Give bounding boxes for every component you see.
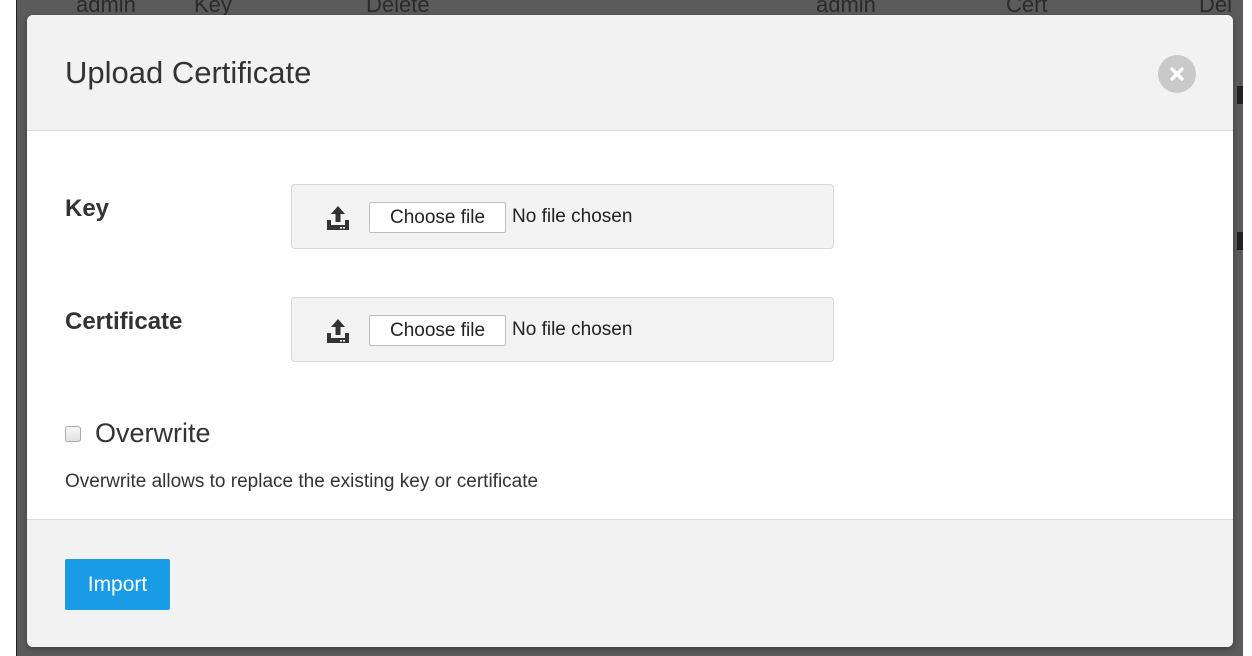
certificate-file-input[interactable]: Choose file No file chosen [291,297,834,362]
modal-title: Upload Certificate [65,55,312,90]
upload-icon [327,319,349,343]
key-file-input[interactable]: Choose file No file chosen [291,184,834,249]
close-icon [1170,67,1184,81]
overwrite-checkbox[interactable] [65,426,81,442]
modal-body: Key Choose file No file chosen Certifica… [27,131,1233,519]
background-table-row: admin Key Delete admin Cert Del [16,0,1243,17]
modal-header: Upload Certificate [27,15,1233,131]
overwrite-help-text: Overwrite allows to replace the existing… [65,471,539,492]
key-choose-file-button[interactable]: Choose file [369,202,506,233]
certificate-label: Certificate [65,308,183,335]
close-button[interactable] [1158,55,1196,93]
overwrite-label[interactable]: Overwrite [95,418,211,449]
modal-footer: Import [27,519,1233,647]
upload-certificate-modal: Upload Certificate Key Choose file No fi… [27,15,1233,647]
certificate-choose-file-button[interactable]: Choose file [369,315,506,346]
import-button[interactable]: Import [65,559,170,610]
page-border [16,0,17,656]
key-label: Key [65,195,110,222]
background-divider [1237,232,1243,250]
background-divider [1237,86,1243,104]
certificate-file-status: No file chosen [512,319,633,340]
upload-icon [327,206,349,230]
key-file-status: No file chosen [512,206,633,227]
